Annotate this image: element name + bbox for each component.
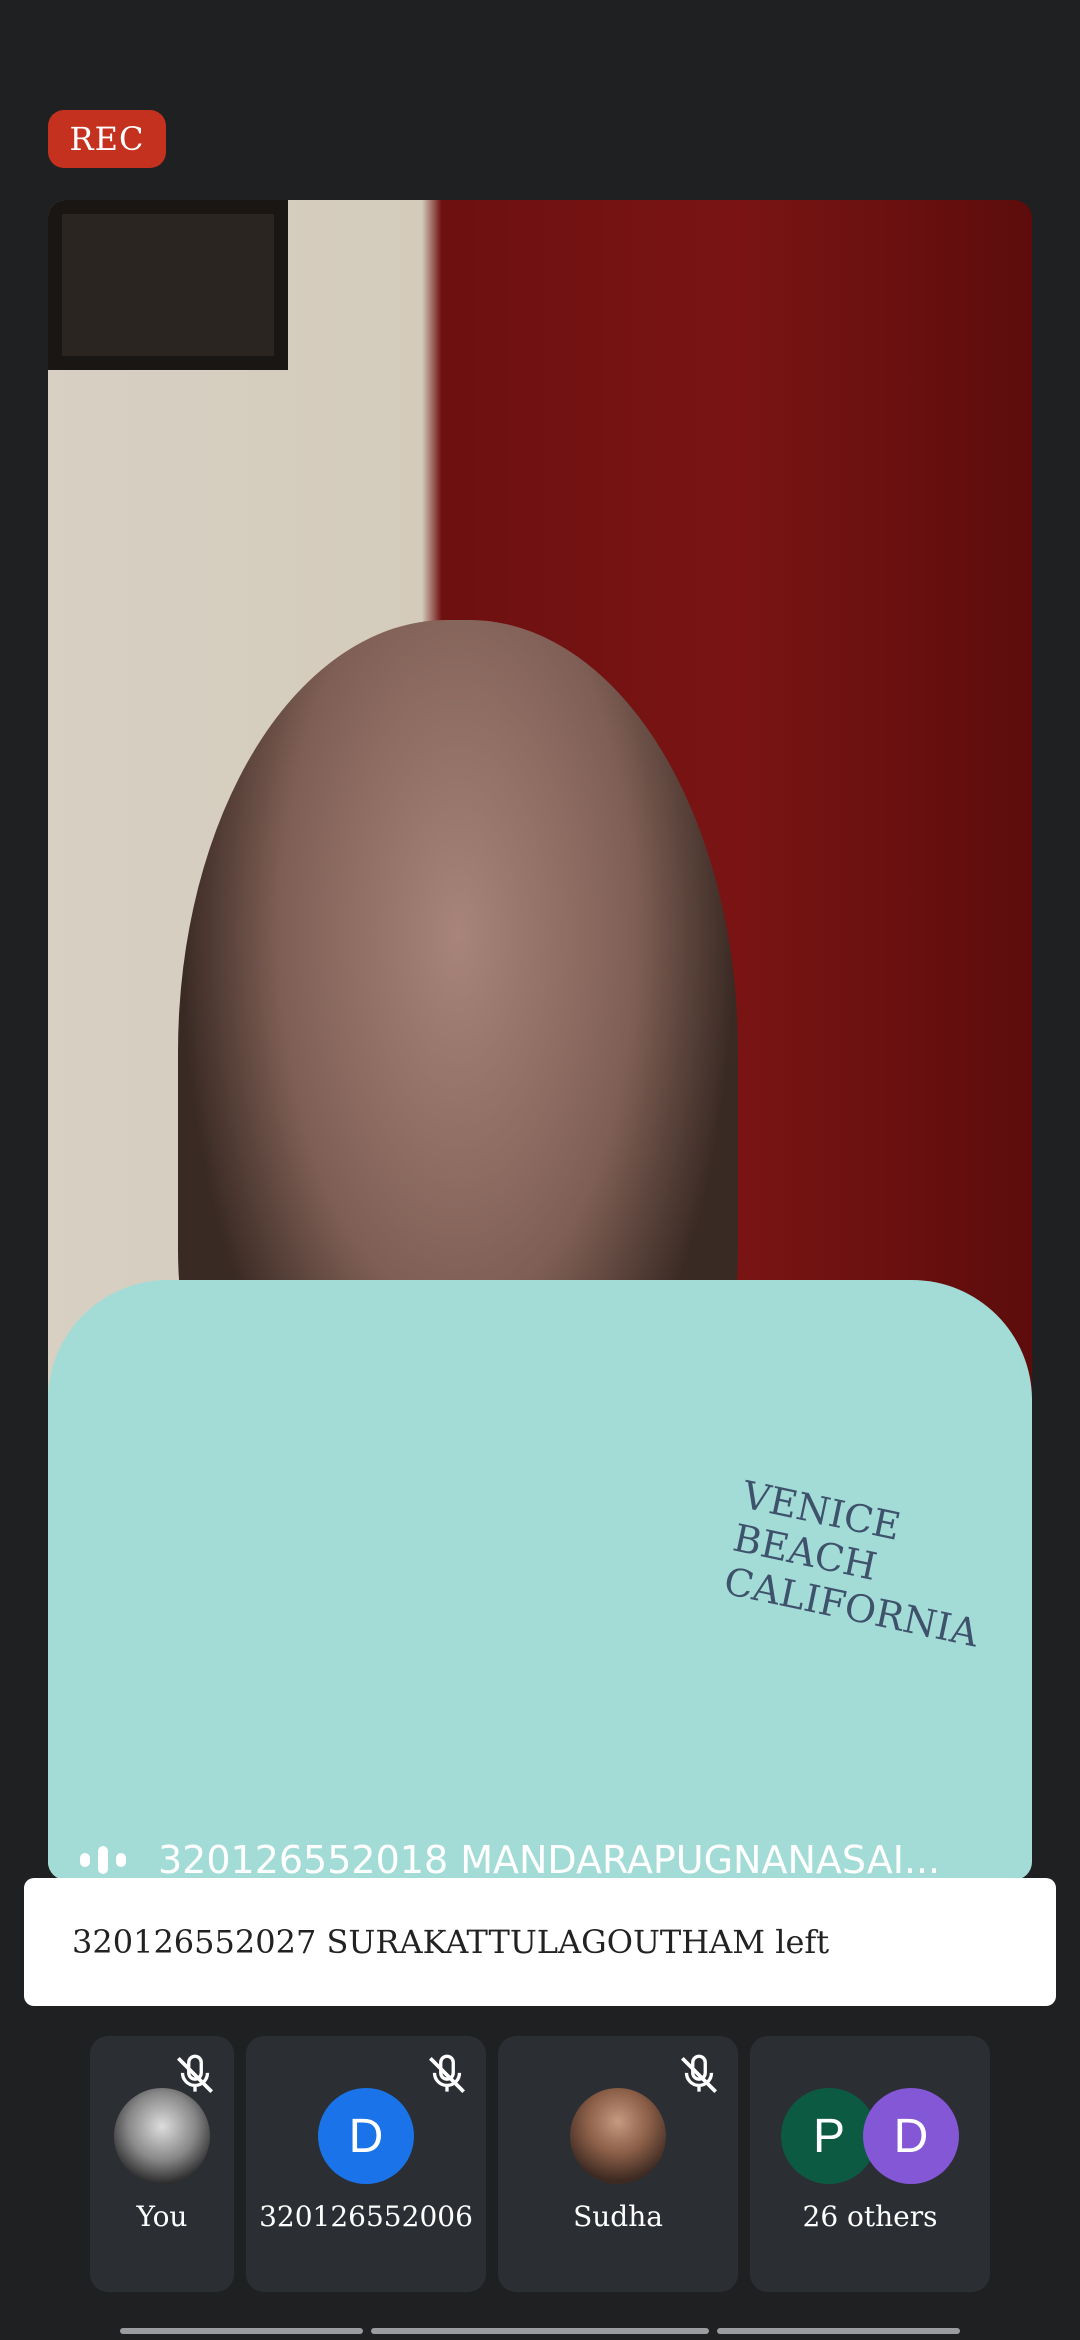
participant-name: 320126552006 <box>259 2200 473 2233</box>
participant-name: Sudha <box>573 2200 663 2233</box>
participant-tile-320126552006[interactable]: D 320126552006 <box>246 2036 486 2292</box>
recording-badge: REC <box>48 110 166 168</box>
main-video-tile[interactable]: VENICE BEACH CALIFORNIA <box>48 200 1032 1880</box>
mic-off-icon <box>681 2054 717 2093</box>
toast-message: 320126552027 SURAKATTULAGOUTHAM left <box>72 1923 830 1961</box>
mic-off-icon <box>429 2054 465 2093</box>
avatar-stack: P D <box>781 2088 959 2184</box>
audio-level-icon <box>48 1846 158 1874</box>
avatar <box>114 2088 210 2184</box>
avatar: D <box>318 2088 414 2184</box>
participant-name: 26 others <box>802 2200 938 2233</box>
mic-off-icon <box>177 2054 213 2093</box>
participant-tile-others[interactable]: P D 26 others <box>750 2036 990 2292</box>
participant-strip: You D 320126552006 Sudha P D 26 others <box>90 2036 990 2292</box>
participant-tile-sudha[interactable]: Sudha <box>498 2036 738 2292</box>
avatar: D <box>863 2088 959 2184</box>
participant-name: You <box>136 2200 188 2233</box>
active-speaker-name: 320126552018 MANDARAPUGNANASAI... <box>158 1838 941 1882</box>
participant-tile-you[interactable]: You <box>90 2036 234 2292</box>
avatar <box>570 2088 666 2184</box>
bottom-divider <box>120 2328 961 2336</box>
wall-picture <box>48 200 288 370</box>
participant-left-toast: 320126552027 SURAKATTULAGOUTHAM left <box>24 1878 1056 2006</box>
